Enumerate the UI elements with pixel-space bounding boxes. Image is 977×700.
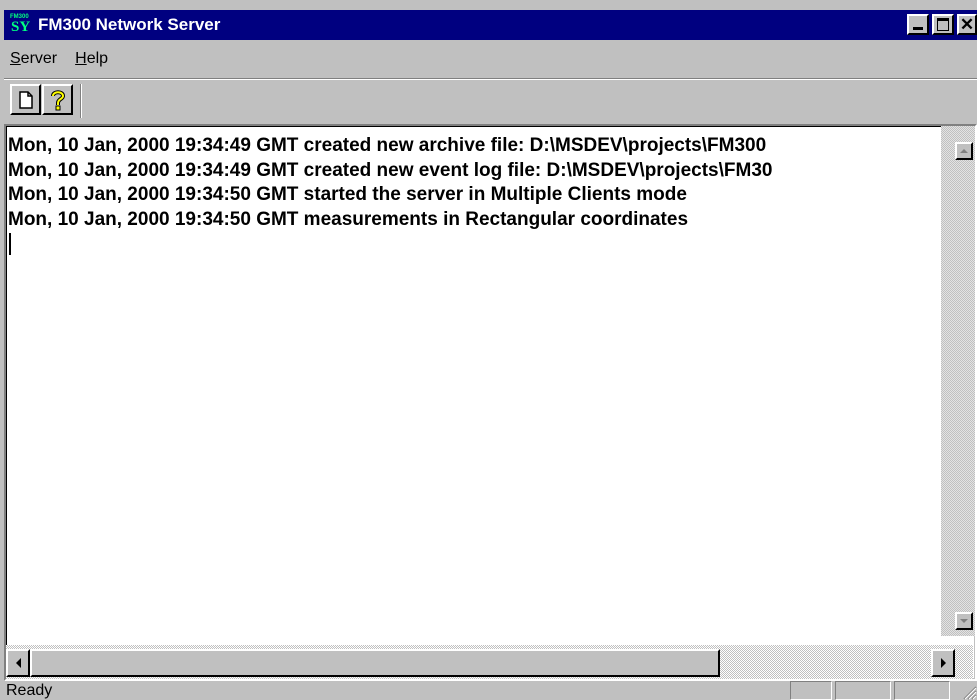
log-line: Mon, 10 Jan, 2000 19:34:49 GMT created n…: [8, 159, 773, 181]
toolbar: [10, 84, 73, 118]
log-view[interactable]: Mon, 10 Jan, 2000 19:34:49 GMT created n…: [4, 124, 977, 681]
text-caret: [9, 233, 11, 255]
new-button[interactable]: [10, 84, 41, 115]
fm300-app-icon[interactable]: FM300 SY: [10, 14, 32, 36]
minimize-button[interactable]: [907, 14, 929, 35]
status-panel: [835, 681, 891, 700]
toolbar-separator: [80, 84, 82, 118]
close-button[interactable]: ✕: [957, 14, 977, 35]
scroll-left-button[interactable]: [6, 649, 30, 677]
log-line: Mon, 10 Jan, 2000 19:34:49 GMT created n…: [8, 135, 767, 156]
horizontal-scrollbar[interactable]: [6, 645, 973, 679]
help-question-icon: [50, 89, 65, 110]
window-title: FM300 Network Server: [38, 15, 221, 34]
vertical-scroll-track[interactable]: [941, 126, 975, 636]
arrow-up-icon: [960, 149, 968, 153]
maximize-button[interactable]: [932, 14, 954, 35]
horizontal-scroll-thumb[interactable]: [30, 649, 720, 677]
help-button[interactable]: [42, 84, 73, 115]
window-controls: ✕: [907, 14, 977, 35]
app-window: FM300 SY FM300 Network Server ✕ Server H…: [0, 0, 977, 700]
menu-separator: [4, 78, 977, 80]
arrow-down-icon: [960, 619, 968, 623]
arrow-right-icon: [940, 658, 946, 668]
menu-server[interactable]: Server: [10, 50, 57, 68]
log-line: Mon, 10 Jan, 2000 19:34:50 GMT started t…: [8, 184, 687, 205]
resize-grip-icon[interactable]: [961, 684, 977, 700]
close-icon: ✕: [959, 15, 975, 34]
log-line: Mon, 10 Jan, 2000 19:34:50 GMT measureme…: [8, 208, 689, 230]
status-bar: Ready: [4, 681, 977, 700]
scroll-down-button[interactable]: [955, 612, 973, 630]
arrow-left-icon: [15, 658, 21, 668]
menu-bar: Server Help: [4, 44, 108, 74]
scroll-up-button[interactable]: [955, 142, 973, 160]
menu-help[interactable]: Help: [75, 50, 108, 68]
status-panel: [790, 681, 832, 700]
title-bar[interactable]: FM300 SY FM300 Network Server ✕: [4, 10, 977, 40]
status-panel: [894, 681, 950, 700]
vertical-scrollbar[interactable]: [941, 126, 975, 636]
log-text[interactable]: Mon, 10 Jan, 2000 19:34:49 GMT created n…: [8, 134, 936, 634]
new-document-icon: [18, 90, 33, 109]
status-text: Ready: [6, 681, 53, 699]
scroll-right-button[interactable]: [931, 649, 955, 677]
